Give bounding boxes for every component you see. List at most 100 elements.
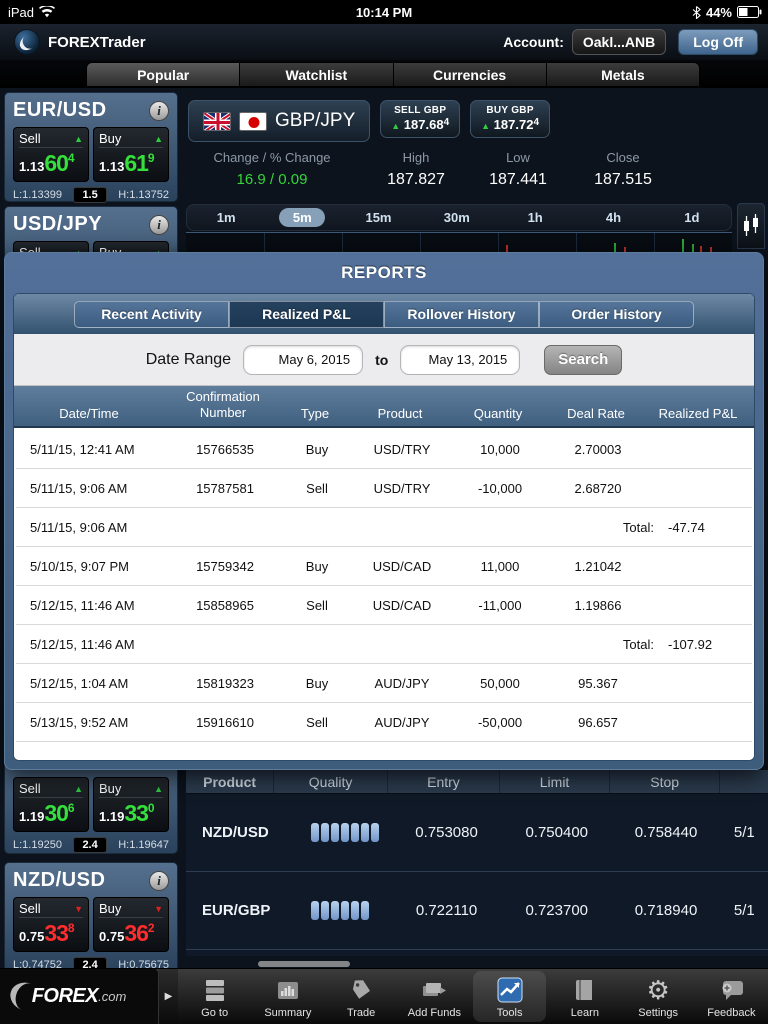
date-from-input[interactable]: May 6, 2015 [243, 344, 364, 375]
date-range-row: Date Range May 6, 2015 to May 13, 2015 S… [14, 334, 754, 386]
toolbar-goto[interactable]: Go to [178, 969, 251, 1024]
pair-title: USD/JPY [13, 213, 103, 235]
report-row[interactable]: 5/12/15, 11:46 AM 15858965 Sell USD/CAD … [16, 586, 752, 625]
price-chart[interactable] [186, 232, 732, 252]
change-label: Change / % Change [213, 150, 331, 165]
quote-panel-eurusd: EUR/USD i Sell ▲ 1.13604 Buy ▲ 1.13619 L:1… [4, 92, 178, 203]
date-to-input[interactable]: May 13, 2015 [400, 344, 521, 375]
report-total-row: 5/12/15, 11:46 AM Total: -107.92 [16, 625, 752, 664]
sell-gbp-button[interactable]: SELL GBP ▲ 187.684 [380, 100, 461, 138]
account-button[interactable]: Oakl...ANB [571, 29, 667, 55]
goto-icon [203, 976, 227, 1004]
low-label: Low [506, 150, 530, 165]
clock: 10:14 PM [355, 4, 413, 20]
quote-panel-nzdusd: NZD/USD i Sell ▼ 0.75338 Buy ▼ 0.75362 L:0… [4, 862, 178, 973]
gear-icon: ⚙ [646, 975, 670, 1005]
tab-rollover-history[interactable]: Rollover History [384, 300, 539, 328]
tab-watchlist[interactable]: Watchlist [240, 63, 394, 86]
app-screen: iPad 10:14 PM 44% FOREXTrader Account: O… [0, 0, 768, 1024]
up-arrow-icon: ▲ [74, 133, 83, 144]
candlestick-icon [744, 214, 758, 236]
timeframe-1m[interactable]: 1m [187, 210, 265, 225]
forex-com-logo: FOREX .com [0, 969, 158, 1024]
tab-popular[interactable]: Popular [87, 63, 241, 86]
bluetooth-icon [692, 5, 701, 19]
high-label: High [402, 150, 430, 165]
change-value: 16.9 / 0.09 [236, 171, 308, 188]
app-title: FOREXTrader [48, 33, 146, 51]
spread-badge: 2.4 [73, 837, 107, 853]
sell-button[interactable]: Sell ▲ 1.13604 [13, 127, 89, 182]
buy-button[interactable]: Buy ▼ 0.75362 [93, 897, 169, 952]
timeframe-4h[interactable]: 4h [574, 210, 652, 225]
pair-label: GBP/JPY [275, 110, 356, 131]
col-datetime: Date/Time [59, 406, 119, 421]
horizontal-scrollbar[interactable] [258, 961, 350, 967]
toolbar-feedback[interactable]: Feedback [695, 969, 768, 1024]
buy-button[interactable]: Buy ▲ 1.13619 [93, 127, 169, 182]
tab-metals[interactable]: Metals [546, 63, 699, 86]
col-quality: Quality [274, 770, 388, 793]
toolbar-learn[interactable]: Learn [548, 969, 621, 1024]
toolbar-tools[interactable]: Tools [473, 971, 547, 1022]
buy-button[interactable]: Buy ▲ 1.19330 [93, 777, 169, 832]
tab-currencies[interactable]: Currencies [393, 63, 547, 86]
search-button[interactable]: Search [544, 344, 623, 375]
modal-title: REPORTS [341, 263, 427, 282]
report-row[interactable]: 5/11/15, 12:41 AM 15766535 Buy USD/TRY 1… [16, 430, 752, 469]
toolbar-trade[interactable]: Trade [325, 969, 398, 1024]
learn-book-icon [574, 976, 596, 1004]
low-value: L:1.19250 [13, 839, 62, 851]
logoff-button[interactable]: Log Off [678, 29, 758, 55]
info-icon[interactable]: i [149, 100, 169, 121]
timeframe-5m[interactable]: 5m [279, 208, 326, 227]
toolbar-summary[interactable]: Summary [251, 969, 324, 1024]
col-limit: Limit [500, 770, 611, 793]
total-value: -107.92 [668, 636, 713, 652]
battery-percent: 44% [705, 4, 732, 20]
forextrader-logo-icon [14, 29, 40, 55]
up-arrow-icon: ▲ [481, 121, 491, 131]
timeframe-1d[interactable]: 1d [653, 210, 731, 225]
close-label: Close [606, 150, 640, 165]
pair-selector-button[interactable]: GBP/JPY [188, 100, 371, 142]
sell-button[interactable]: Sell ▼ 0.75338 [13, 897, 89, 952]
buy-gbp-button[interactable]: BUY GBP ▲ 187.724 [470, 100, 550, 138]
report-row[interactable]: 5/11/15, 9:06 AM 15787581 Sell USD/TRY -… [16, 469, 752, 508]
total-label: Total: [622, 636, 654, 652]
battery-icon [737, 6, 762, 18]
tab-recent-activity[interactable]: Recent Activity [74, 300, 229, 328]
report-row[interactable]: 5/13/15, 9:52 AM 15916610 Sell AUD/JPY -… [16, 703, 752, 742]
up-arrow-icon: ▲ [391, 121, 401, 131]
col-realized-pl: Realized P&L [658, 406, 738, 421]
sell-button[interactable]: Sell ▲ 1.19306 [13, 777, 89, 832]
tab-order-history[interactable]: Order History [539, 300, 694, 328]
instrument-stats: Change / % Change 16.9 / 0.09 High 187.8… [188, 150, 686, 189]
col-quantity: Quantity [473, 406, 523, 421]
chevron-right-icon[interactable]: ▶ [158, 969, 178, 1024]
col-product: Product [186, 770, 275, 793]
info-icon[interactable]: i [149, 214, 169, 235]
quality-bars [310, 901, 369, 920]
order-row-eurgbp[interactable]: EUR/GBP 0.722110 0.723700 0.718940 5/1 [186, 872, 768, 950]
high-value: 187.827 [387, 171, 445, 188]
quality-bars [310, 823, 379, 842]
info-icon[interactable]: i [149, 870, 169, 891]
report-row[interactable]: 5/10/15, 9:07 PM 15759342 Buy USD/CAD 11… [16, 547, 752, 586]
toolbar-add-funds[interactable]: Add Funds [398, 969, 471, 1024]
timeframe-1h[interactable]: 1h [496, 210, 574, 225]
timeframe-30m[interactable]: 30m [418, 210, 496, 225]
chart-type-button[interactable] [737, 203, 765, 249]
toolbar-settings[interactable]: ⚙ Settings [622, 969, 695, 1024]
report-row[interactable]: 5/12/15, 1:04 AM 15819323 Buy AUD/JPY 50… [16, 664, 752, 703]
total-value: -47.74 [668, 519, 705, 535]
to-label: to [375, 351, 389, 368]
high-value: H:1.13752 [118, 189, 169, 201]
tab-realized-pl[interactable]: Realized P&L [229, 300, 384, 328]
order-row-nzdusd[interactable]: NZD/USD 0.753080 0.750400 0.758440 5/1 [186, 794, 768, 872]
summary-icon [276, 976, 300, 1004]
total-label: Total: [622, 519, 654, 535]
reports-tabs: Recent Activity Realized P&L Rollover Hi… [14, 294, 754, 334]
up-arrow-icon: ▲ [154, 783, 163, 794]
timeframe-15m[interactable]: 15m [339, 210, 417, 225]
